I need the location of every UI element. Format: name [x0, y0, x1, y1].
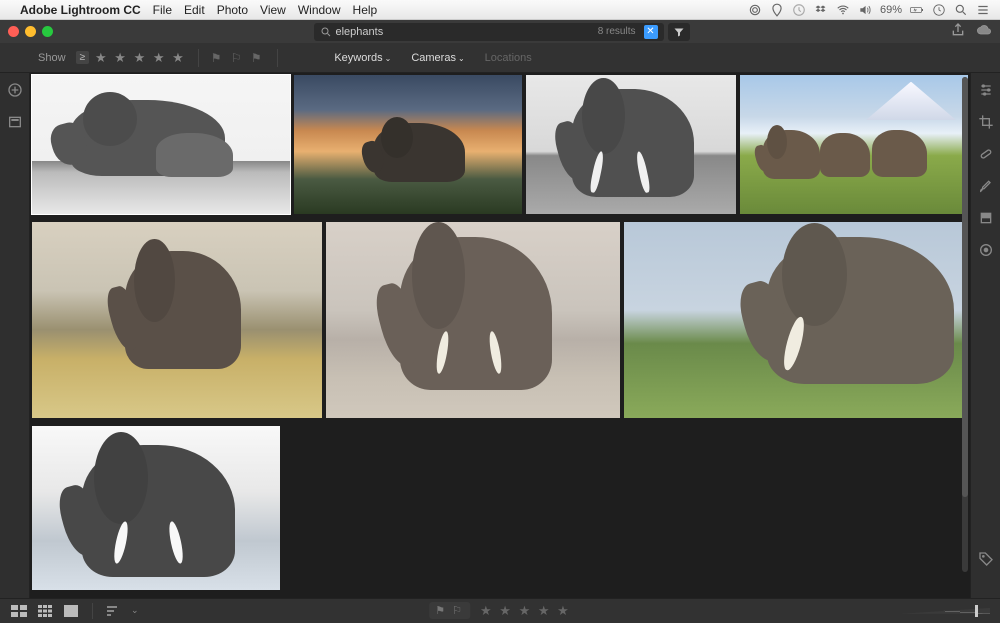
photo-placeholder [32, 222, 322, 418]
photo-placeholder [526, 75, 736, 214]
search-icon [320, 26, 332, 38]
thumbnail-size-slider[interactable] [900, 608, 990, 614]
clock-icon[interactable] [932, 3, 946, 17]
share-icon [950, 22, 966, 38]
photo-4-herd-savanna[interactable] [740, 75, 968, 214]
menu-view[interactable]: View [260, 3, 286, 17]
rating-gte-toggle[interactable]: ≥ [76, 51, 90, 64]
photo-placeholder [32, 75, 290, 214]
edit-sliders-button[interactable] [977, 81, 995, 99]
photo-grid-area[interactable] [30, 73, 970, 598]
window-titlebar: 8 results ✕ [0, 20, 1000, 43]
share-button[interactable] [950, 22, 966, 41]
rating-filter-stars[interactable]: ★ ★ ★ ★ ★ [95, 50, 186, 66]
my-photos-button[interactable] [6, 113, 24, 131]
plus-circle-icon [7, 82, 23, 98]
window-maximize-button[interactable] [42, 26, 53, 37]
bottom-toolbar: ⌄ ⚑ ⚐ ★ ★ ★ ★ ★ [0, 598, 1000, 623]
lightroom-window: 8 results ✕ Show ≥ ★ ★ ★ ★ ★ ⚑ ⚐ ⚑ Keywo… [0, 20, 1000, 623]
photo-6-road-front[interactable] [326, 222, 620, 418]
crop-icon [978, 114, 994, 130]
menu-photo[interactable]: Photo [217, 3, 248, 17]
funnel-icon [673, 26, 685, 38]
photo-7-grassland-closeup[interactable] [624, 222, 964, 418]
battery-percentage[interactable]: 69% [880, 4, 902, 16]
locations-dropdown[interactable]: Locations [485, 52, 532, 64]
window-controls [8, 26, 53, 37]
tag-icon [978, 551, 994, 567]
menu-file[interactable]: File [153, 3, 172, 17]
cloud-sync-button[interactable] [976, 22, 992, 41]
wifi-icon[interactable] [836, 3, 850, 17]
main-area [0, 73, 1000, 598]
rating-picker[interactable]: ★ ★ ★ ★ ★ [480, 603, 571, 619]
photo-3-bw-tusks[interactable] [526, 75, 736, 214]
sort-dropdown-caret[interactable]: ⌄ [131, 605, 139, 616]
vertical-scrollbar[interactable] [962, 77, 968, 572]
menu-edit[interactable]: Edit [184, 3, 205, 17]
single-view-icon [64, 605, 78, 617]
location-icon[interactable] [770, 3, 784, 17]
window-close-button[interactable] [8, 26, 19, 37]
window-minimize-button[interactable] [25, 26, 36, 37]
left-sidebar [0, 73, 30, 598]
search-result-count: 8 results [598, 26, 636, 37]
radial-gradient-icon [978, 242, 994, 258]
search-filter-button[interactable] [668, 23, 690, 41]
photo-5-tallgrass[interactable] [32, 222, 322, 418]
photo-placeholder [624, 222, 964, 418]
search-clear-button[interactable]: ✕ [644, 25, 658, 39]
app-name[interactable]: Adobe Lightroom CC [20, 3, 141, 17]
flag-filter[interactable]: ⚑ ⚐ ⚑ [211, 51, 265, 65]
cameras-dropdown[interactable]: Cameras⌄ [411, 52, 464, 64]
radial-gradient-button[interactable] [977, 241, 995, 259]
creative-cloud-icon[interactable] [748, 3, 762, 17]
add-photos-button[interactable] [6, 81, 24, 99]
healing-button[interactable] [977, 145, 995, 163]
linear-gradient-icon [978, 210, 994, 226]
timemachine-icon[interactable] [792, 3, 806, 17]
volume-icon[interactable] [858, 3, 872, 17]
right-sidebar [970, 73, 1000, 598]
photo-placeholder [32, 426, 280, 590]
sliders-icon [978, 82, 994, 98]
search-box[interactable]: 8 results ✕ [314, 23, 664, 41]
keywords-button[interactable] [977, 550, 995, 568]
view-square-grid-button[interactable] [36, 604, 54, 618]
spotlight-icon[interactable] [954, 3, 968, 17]
sort-button[interactable] [105, 604, 123, 618]
search-input[interactable] [336, 26, 594, 38]
keywords-dropdown[interactable]: Keywords⌄ [334, 52, 391, 64]
view-detail-button[interactable] [62, 604, 80, 618]
photo-placeholder [740, 75, 968, 214]
photo-placeholder [294, 75, 522, 214]
dropbox-icon[interactable] [814, 3, 828, 17]
flag-picker[interactable]: ⚑ ⚐ [429, 602, 470, 619]
brush-button[interactable] [977, 177, 995, 195]
sort-icon [106, 605, 122, 617]
linear-gradient-button[interactable] [977, 209, 995, 227]
view-photo-grid-button[interactable] [10, 604, 28, 618]
photo-8-bw-portrait[interactable] [32, 426, 280, 590]
menu-help[interactable]: Help [353, 3, 378, 17]
cloud-icon [976, 22, 992, 38]
photo-grid-icon [11, 605, 27, 617]
photo-1-bw-pair[interactable] [32, 75, 290, 214]
photo-grid [30, 73, 970, 598]
show-label: Show [38, 52, 66, 64]
filter-bar: Show ≥ ★ ★ ★ ★ ★ ⚑ ⚐ ⚑ Keywords⌄ Cameras… [0, 43, 1000, 72]
square-grid-icon [38, 605, 52, 617]
crop-button[interactable] [977, 113, 995, 131]
photo-placeholder [326, 222, 620, 418]
notification-center-icon[interactable] [976, 3, 990, 17]
library-icon [7, 114, 23, 130]
menu-window[interactable]: Window [298, 3, 341, 17]
photo-2-sunset[interactable] [294, 75, 522, 214]
macos-menubar: Adobe Lightroom CC File Edit Photo View … [0, 0, 1000, 20]
bandage-icon [978, 146, 994, 162]
battery-icon[interactable] [910, 3, 924, 17]
brush-icon [978, 178, 994, 194]
